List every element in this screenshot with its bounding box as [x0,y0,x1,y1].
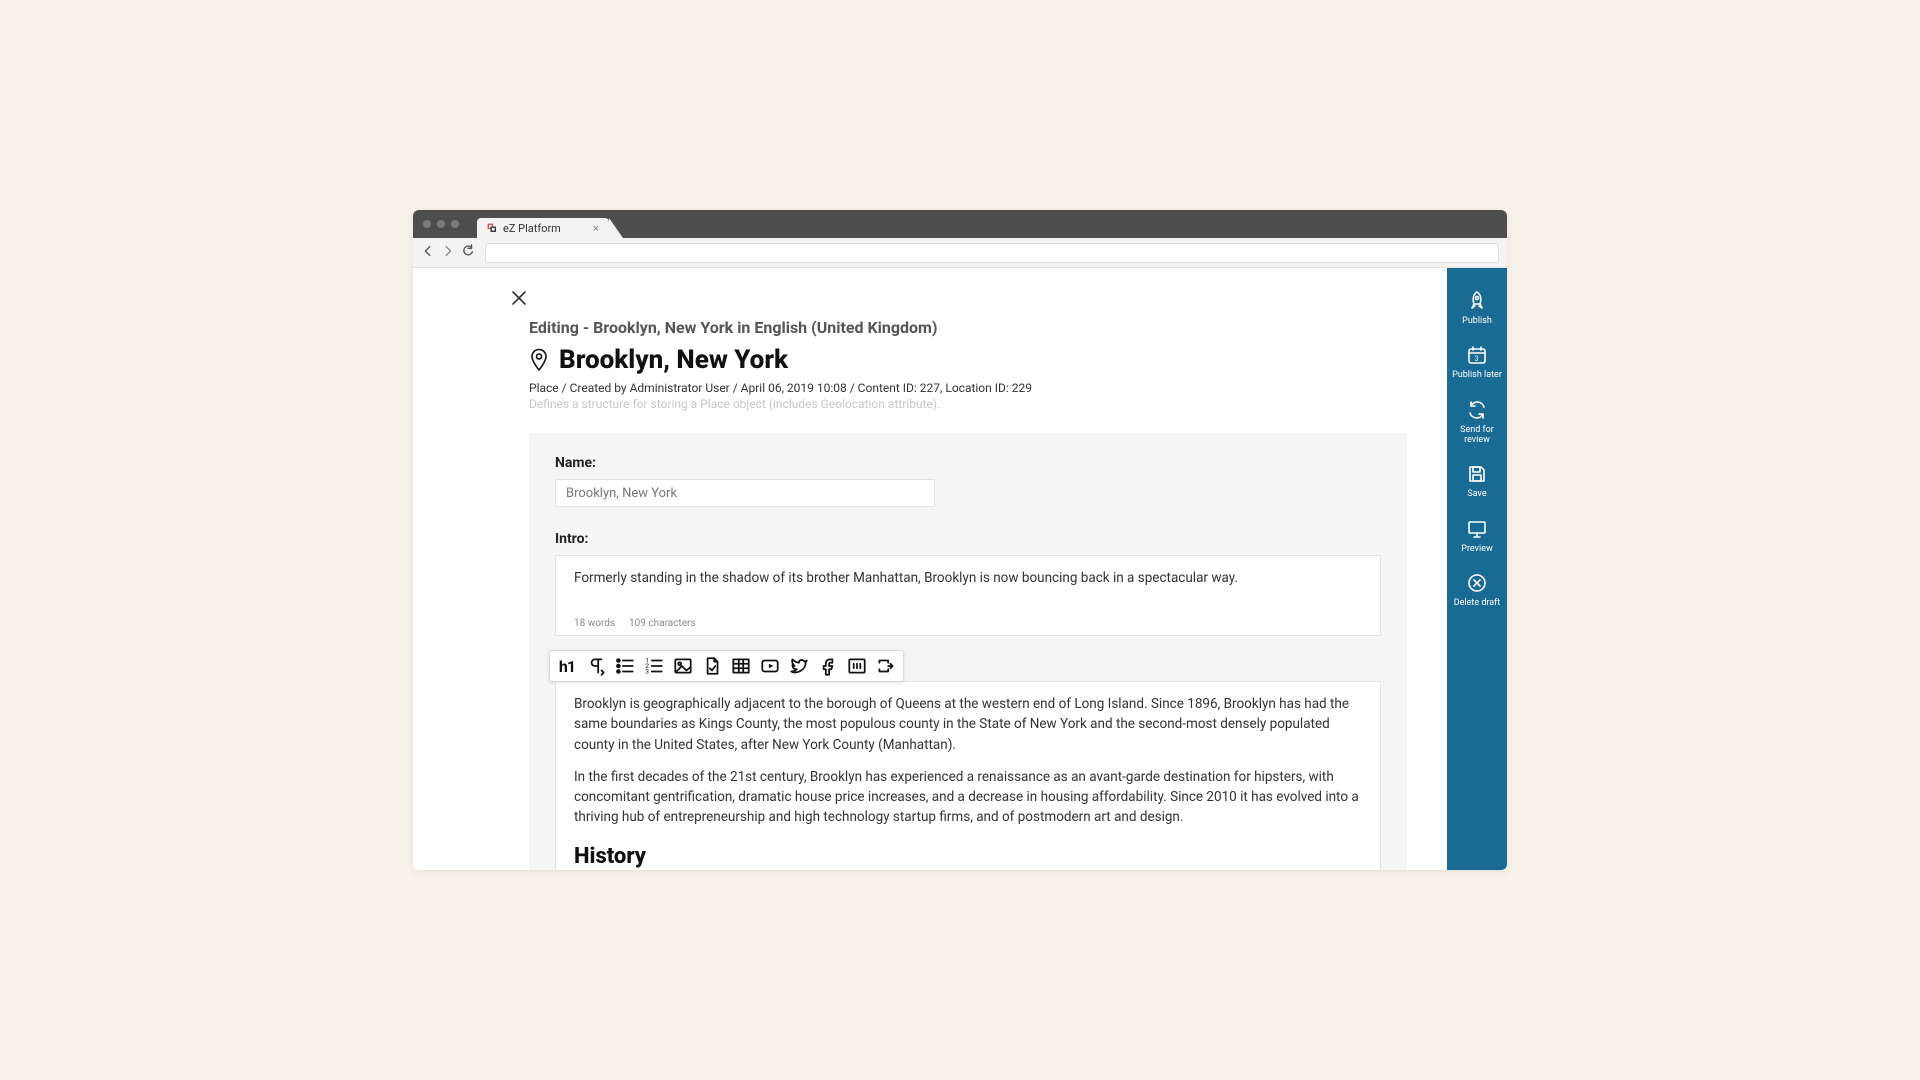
youtube-icon[interactable] [759,655,781,677]
heading-button[interactable]: h1 [556,655,578,677]
title-row: Brooklyn, New York [529,345,1407,375]
app-frame: Editing - Brooklyn, New York in English … [413,268,1507,870]
save-icon [1466,463,1488,485]
content-type-desc: Defines a structure for storing a Place … [529,397,1407,411]
browser-window: eZ Platform × Editing - Brooklyn, New Yo… [413,210,1507,870]
intro-label: Intro: [555,531,1381,547]
window-dot [451,220,459,228]
name-input-value: Brooklyn, New York [566,486,677,501]
close-editor-button[interactable] [509,288,529,308]
tab-slope [609,218,623,238]
table-icon[interactable] [730,655,752,677]
image-icon[interactable] [672,655,694,677]
delete-draft-label: Delete draft [1452,598,1503,608]
action-sidebar: Publish 3 Publish later Send for review … [1447,268,1507,870]
nav-forward-icon[interactable] [441,244,455,262]
preview-button[interactable]: Preview [1447,518,1507,554]
numbered-list-icon[interactable]: 123 [643,655,665,677]
svg-text:3: 3 [1475,355,1479,363]
browser-tabbar: eZ Platform × [413,210,1507,238]
favicon-icon [487,223,497,233]
content-meta: Place / Created by Administrator User / … [529,381,1407,395]
intro-word-count: 18 words [574,618,615,629]
preview-label: Preview [1459,544,1494,554]
content-wrap: Editing - Brooklyn, New York in English … [529,318,1407,870]
paragraph-icon[interactable] [585,655,607,677]
publish-label: Publish [1460,316,1494,326]
editing-context: Editing - Brooklyn, New York in English … [529,318,1407,337]
field-panel: Name: Brooklyn, New York Intro: Formerly… [529,433,1407,870]
rocket-icon [1466,290,1488,312]
intro-editor[interactable]: Formerly standing in the shadow of its b… [555,555,1381,636]
url-input[interactable] [485,243,1499,263]
publish-later-label: Publish later [1450,370,1504,380]
close-icon [509,288,529,308]
facebook-icon[interactable] [817,655,839,677]
monitor-icon [1466,518,1488,540]
location-pin-icon [529,348,549,372]
body-editor[interactable]: Brooklyn is geographically adjacent to t… [555,681,1381,870]
browser-tab[interactable]: eZ Platform × [477,218,609,238]
calendar-icon: 3 [1466,344,1488,366]
nav-back-icon[interactable] [421,244,435,262]
insert-icon[interactable] [875,655,897,677]
twitter-icon[interactable] [788,655,810,677]
body-paragraph: In the first decades of the 21st century… [574,767,1362,828]
intro-text: Formerly standing in the shadow of its b… [574,570,1362,604]
nav-reload-icon[interactable] [461,244,475,262]
svg-text:3: 3 [645,668,649,676]
save-button[interactable]: Save [1447,463,1507,499]
intro-char-count: 109 characters [629,618,696,629]
name-input[interactable]: Brooklyn, New York [555,479,935,507]
publish-later-button[interactable]: 3 Publish later [1447,344,1507,380]
embed-icon[interactable] [846,655,868,677]
delete-draft-button[interactable]: Delete draft [1447,572,1507,608]
body-heading: History [574,840,1362,871]
main-content: Editing - Brooklyn, New York in English … [413,268,1447,870]
save-label: Save [1465,489,1488,499]
bullet-list-icon[interactable] [614,655,636,677]
browser-addressbar [413,238,1507,268]
refresh-icon [1466,399,1488,421]
publish-button[interactable]: Publish [1447,290,1507,326]
send-review-button[interactable]: Send for review [1447,399,1507,446]
name-label: Name: [555,455,1381,471]
window-dot [423,220,431,228]
delete-icon [1466,572,1488,594]
richtext-toolbar: h1 123 [549,650,904,682]
window-dot [437,220,445,228]
page-title: Brooklyn, New York [559,345,788,375]
tab-close-icon[interactable]: × [593,222,599,235]
body-paragraph: Brooklyn is geographically adjacent to t… [574,694,1362,755]
window-controls [423,210,477,238]
intro-counts: 18 words 109 characters [574,618,1362,629]
file-icon[interactable] [701,655,723,677]
tab-title: eZ Platform [503,222,561,235]
send-review-label: Send for review [1447,425,1507,446]
